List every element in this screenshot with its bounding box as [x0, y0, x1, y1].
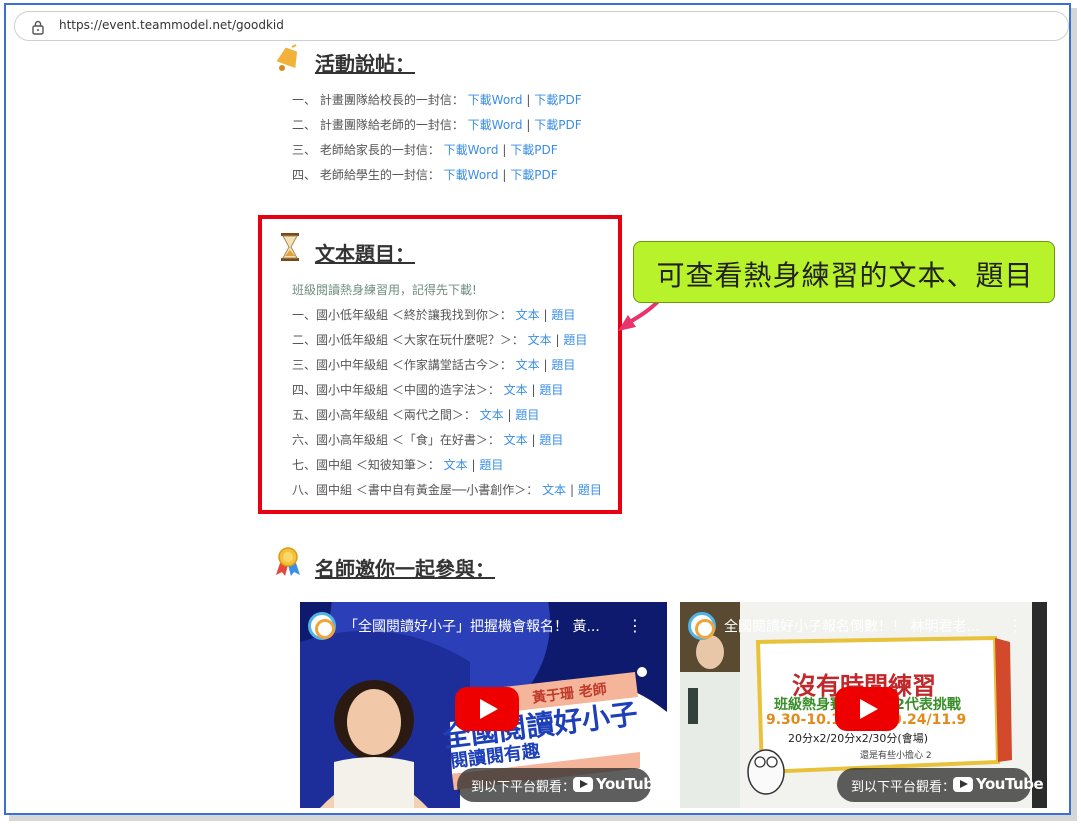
questions-link[interactable]: 題目	[578, 483, 602, 497]
separator: |	[471, 458, 476, 472]
video-title[interactable]: 全國閱讀好小子報名倒數！！ 林明君老...	[724, 616, 1024, 636]
item-label: 一、國小低年級組 ＜終於讓我找到你＞：	[292, 308, 512, 322]
item-label: 七、國中組 ＜知彼知筆＞：	[292, 458, 440, 472]
watch-on-label: 到以下平台觀看：	[851, 780, 956, 795]
list-item: 三、 老師給家長的一封信： 下載Word | 下載PDF	[292, 141, 558, 158]
bell-icon	[276, 44, 298, 71]
text-link[interactable]: 文本	[516, 308, 540, 322]
youtube-label: YouTube	[976, 775, 1044, 793]
video-embed-2[interactable]: 沒有時間練習 班級熱身賽 /2代表挑戰 9.30-10.18 0.24/11.9…	[680, 602, 1047, 808]
more-options-icon[interactable]: ⋮	[627, 616, 643, 635]
separator: |	[531, 383, 536, 397]
download-pdf-link[interactable]: 下載PDF	[534, 93, 581, 107]
list-item: 四、國小中年級組 ＜中國的造字法＞： 文本 | 題目	[292, 381, 563, 398]
item-label: 一、 計畫團隊給校長的一封信：	[292, 93, 464, 107]
list-item: 二、國小低年級組 ＜大家在玩什麼呢？＞： 文本 | 題目	[292, 331, 587, 348]
watch-on-youtube-button[interactable]: 到以下平台觀看： YouTube	[457, 768, 664, 802]
hourglass-icon	[281, 233, 299, 261]
list-item: 二、 計畫團隊給老師的一封信： 下載Word | 下載PDF	[292, 116, 582, 133]
thumbnail-caption: 20分x2/20分x2/30分(會場)	[788, 732, 929, 745]
play-button[interactable]	[455, 687, 519, 731]
section-title-teachers: 名師邀你一起參與：	[315, 557, 495, 581]
item-label: 五、國小高年級組 ＜兩代之間＞：	[292, 408, 476, 422]
list-item: 一、 計畫團隊給校長的一封信： 下載Word | 下載PDF	[292, 91, 582, 108]
separator: |	[502, 168, 507, 182]
thumbnail-caption: 班級熱身賽	[774, 697, 844, 713]
download-pdf-link[interactable]: 下載PDF	[510, 168, 557, 182]
item-label: 二、國小低年級組 ＜大家在玩什麼呢？＞：	[292, 333, 524, 347]
text-link[interactable]: 文本	[504, 433, 528, 447]
separator: |	[543, 358, 548, 372]
separator: |	[543, 308, 548, 322]
item-label: 三、國小中年級組 ＜作家講堂話古今＞：	[292, 358, 512, 372]
thumbnail-caption: 還是有些小擔心 2	[860, 751, 932, 761]
separator: |	[526, 118, 531, 132]
thumbnail-caption: 0.24/11.9	[892, 712, 967, 728]
questions-link[interactable]: 題目	[515, 408, 539, 422]
watch-on-youtube-button[interactable]: 到以下平台觀看： YouTube	[837, 768, 1044, 802]
questions-link[interactable]: 題目	[539, 383, 563, 397]
section-title-texts: 文本題目：	[315, 242, 415, 266]
youtube-label: YouTube	[596, 775, 664, 793]
list-item: 八、國中組 ＜書中自有黃金屋──小書創作＞： 文本 | 題目	[292, 481, 602, 498]
browser-window: https://event.teammodel.net/goodkid 活動說帖…	[4, 3, 1071, 815]
separator: |	[531, 433, 536, 447]
separator: |	[507, 408, 512, 422]
video-title[interactable]: 「全國閱讀好小子」把握機會報名！ 黃...	[344, 616, 644, 636]
lock-icon	[32, 20, 44, 35]
questions-link[interactable]: 題目	[563, 333, 587, 347]
download-word-link[interactable]: 下載Word	[468, 93, 523, 107]
questions-link[interactable]: 題目	[551, 308, 575, 322]
text-link[interactable]: 文本	[542, 483, 566, 497]
channel-avatar[interactable]	[308, 612, 336, 640]
item-label: 二、 計畫團隊給老師的一封信：	[292, 118, 464, 132]
section-title-promotion: 活動說帖：	[315, 52, 415, 76]
download-word-link[interactable]: 下載Word	[444, 168, 499, 182]
separator: |	[569, 483, 574, 497]
item-label: 八、國中組 ＜書中自有黃金屋──小書創作＞：	[292, 483, 539, 497]
url-text[interactable]: https://event.teammodel.net/goodkid	[59, 18, 284, 32]
video-embed-1[interactable]: 黃于珊 老師 全國閱讀好小子 閱讀閱有趣 「全國閱讀好小子」把握機會報名！ 黃.…	[300, 602, 667, 808]
item-label: 四、國小中年級組 ＜中國的造字法＞：	[292, 383, 500, 397]
separator: |	[502, 143, 507, 157]
text-link[interactable]: 文本	[516, 358, 540, 372]
thumbnail-caption: /2代表挑戰	[890, 697, 961, 713]
download-pdf-link[interactable]: 下載PDF	[510, 143, 557, 157]
questions-link[interactable]: 題目	[551, 358, 575, 372]
list-item: 五、國小高年級組 ＜兩代之間＞： 文本 | 題目	[292, 406, 539, 423]
section-note: 班級閱讀熱身練習用，記得先下載!	[292, 283, 477, 297]
download-word-link[interactable]: 下載Word	[444, 143, 499, 157]
channel-avatar[interactable]	[688, 612, 716, 640]
list-item: 六、國小高年級組 ＜「食」在好書＞： 文本 | 題目	[292, 431, 563, 448]
list-item: 三、國小中年級組 ＜作家講堂話古今＞： 文本 | 題目	[292, 356, 575, 373]
text-link[interactable]: 文本	[528, 333, 552, 347]
text-link[interactable]: 文本	[504, 383, 528, 397]
separator: |	[555, 333, 560, 347]
download-pdf-link[interactable]: 下載PDF	[534, 118, 581, 132]
annotation-callout: 可查看熱身練習的文本、題目	[633, 241, 1055, 303]
text-link[interactable]: 文本	[444, 458, 468, 472]
questions-link[interactable]: 題目	[479, 458, 503, 472]
item-label: 四、 老師給學生的一封信：	[292, 168, 440, 182]
text-link[interactable]: 文本	[480, 408, 504, 422]
more-options-icon[interactable]: ⋮	[1007, 616, 1023, 635]
item-label: 三、 老師給家長的一封信：	[292, 143, 440, 157]
watch-on-label: 到以下平台觀看：	[471, 780, 576, 795]
address-bar[interactable]: https://event.teammodel.net/goodkid	[14, 11, 1069, 41]
download-word-link[interactable]: 下載Word	[468, 118, 523, 132]
youtube-icon	[573, 777, 593, 792]
list-item: 七、國中組 ＜知彼知筆＞： 文本 | 題目	[292, 456, 503, 473]
youtube-icon	[953, 777, 973, 792]
list-item: 四、 老師給學生的一封信： 下載Word | 下載PDF	[292, 166, 558, 183]
item-label: 六、國小高年級組 ＜「食」在好書＞：	[292, 433, 500, 447]
list-item: 一、國小低年級組 ＜終於讓我找到你＞： 文本 | 題目	[292, 306, 575, 323]
medal-icon	[276, 547, 300, 576]
separator: |	[526, 93, 531, 107]
play-button[interactable]	[835, 687, 899, 731]
questions-link[interactable]: 題目	[539, 433, 563, 447]
callout-text: 可查看熱身練習的文本、題目	[656, 259, 1034, 292]
